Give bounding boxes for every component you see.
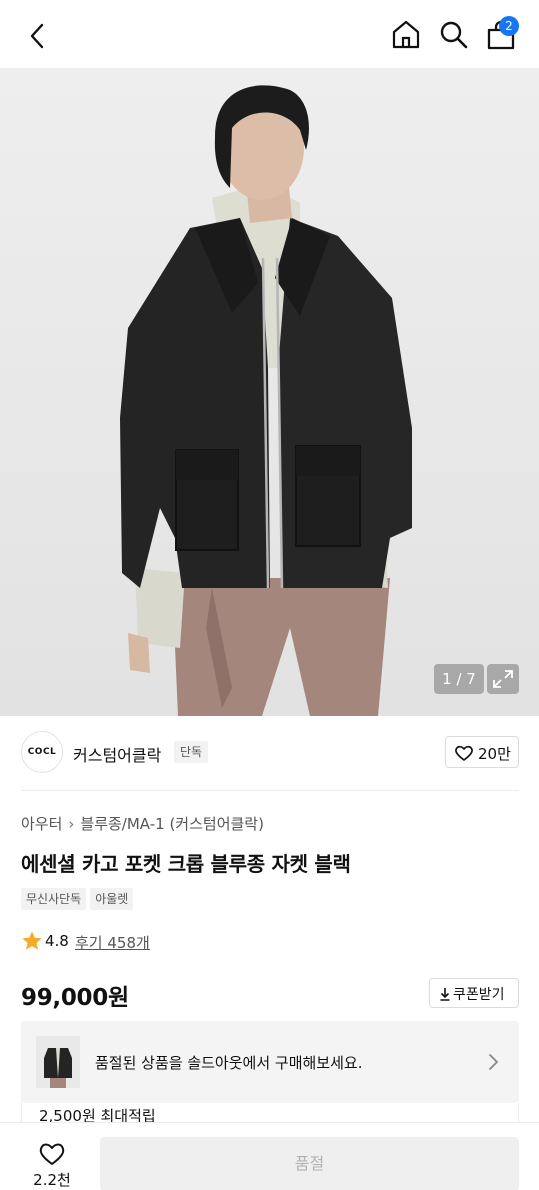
divider: [21, 790, 519, 791]
brand-row: COCL 커스텀어클락 단독 20만: [0, 716, 539, 790]
search-icon[interactable]: [437, 18, 469, 50]
home-icon[interactable]: [390, 18, 422, 50]
tag-outlet: 아울렛: [90, 888, 134, 910]
get-coupon-button[interactable]: 쿠폰받기: [429, 978, 519, 1008]
get-coupon-label: 쿠폰받기: [453, 987, 505, 1003]
tag-musinsa-exclusive: 무신사단독: [21, 888, 87, 910]
back-arrow-icon[interactable]: [22, 20, 54, 52]
wishlist-count: 2.2천: [33, 1171, 71, 1189]
product-title: 에센셜 카고 포켓 크롭 블루종 자켓 블랙: [21, 852, 351, 876]
star-icon: [22, 931, 42, 950]
expand-icon: [493, 670, 513, 688]
rating-score: 4.8: [45, 932, 69, 950]
brand-name[interactable]: 커스텀어클락: [73, 742, 161, 766]
top-bar: 2: [0, 0, 539, 68]
soldout-marketplace-banner[interactable]: 품절된 상품을 솔드아웃에서 구매해보세요.: [21, 1021, 519, 1103]
expand-image-button[interactable]: [487, 664, 519, 694]
download-icon: [440, 988, 450, 1001]
image-counter: 1 / 7: [434, 664, 484, 694]
exclusive-badge: 단독: [174, 741, 209, 763]
breadcrumb-category[interactable]: 아우터: [21, 815, 62, 833]
product-image-gallery[interactable]: 1 / 7: [0, 68, 539, 716]
brand-like-count: 20만: [478, 745, 511, 763]
product-photo: [120, 85, 412, 716]
wishlist-button[interactable]: 2.2천: [22, 1137, 82, 1189]
product-thumbnail: [36, 1036, 80, 1088]
product-tags: 무신사단독 아울렛: [21, 888, 137, 910]
product-price: 99,000원: [21, 985, 129, 1011]
chevron-right-icon: [489, 1054, 499, 1070]
cart-count-badge: 2: [499, 16, 519, 36]
bottom-action-bar: 2.2천 품절: [0, 1122, 539, 1190]
soldout-banner-message: 품절된 상품을 솔드아웃에서 구매해보세요.: [95, 1054, 363, 1072]
heart-icon: [39, 1143, 65, 1165]
brand-like-button[interactable]: 20만: [445, 736, 519, 768]
review-count-link[interactable]: 후기 458개: [75, 932, 150, 953]
breadcrumb-subcategory[interactable]: 블루종/MA-1 (커스텀어클락): [80, 815, 264, 833]
chevron-right-icon: ›: [68, 815, 75, 833]
breadcrumb: 아우터 › 블루종/MA-1 (커스텀어클락): [21, 813, 264, 834]
heart-icon: [455, 745, 473, 761]
brand-logo[interactable]: COCL: [21, 731, 63, 773]
soldout-button[interactable]: 품절: [100, 1137, 519, 1190]
